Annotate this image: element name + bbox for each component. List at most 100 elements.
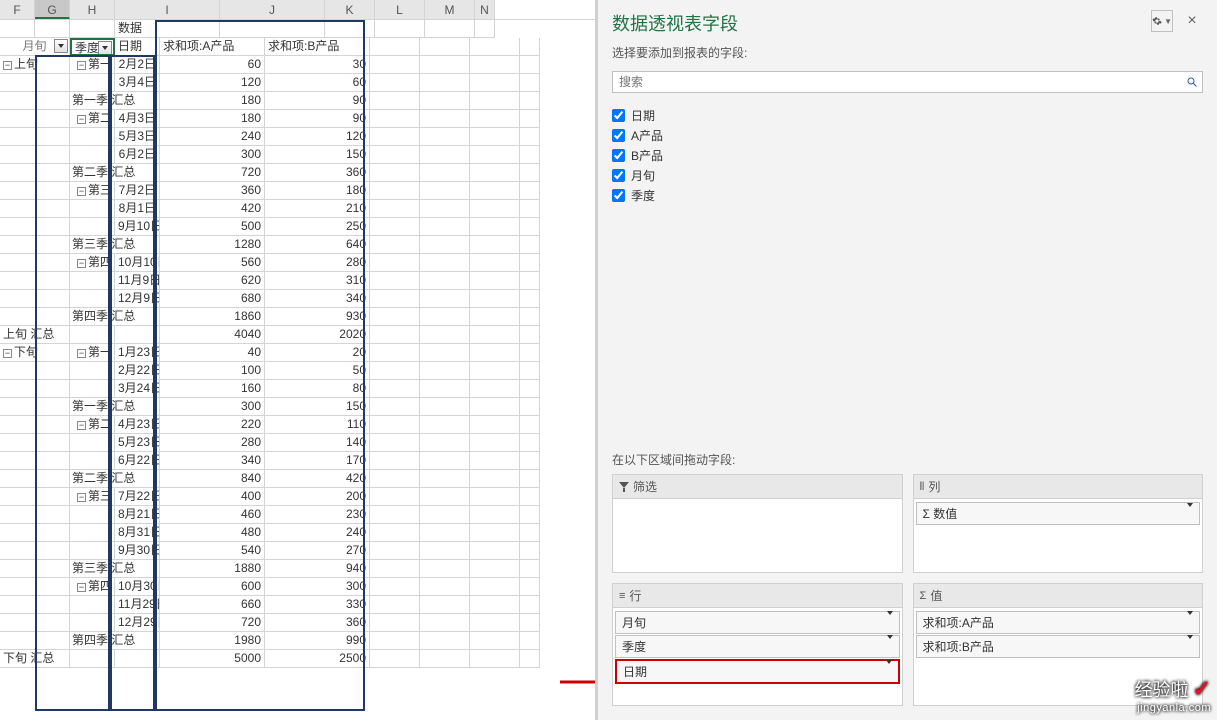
month-period-header[interactable]: 月旬 — [0, 38, 70, 56]
field-item[interactable]: 季度 — [612, 185, 1203, 205]
table-row[interactable]: 3月4日12060 — [0, 74, 595, 92]
chevron-down-icon[interactable] — [1187, 615, 1193, 629]
table-row[interactable]: 第四季 汇总1860930 — [0, 308, 595, 326]
col-header-H[interactable]: H — [70, 0, 115, 19]
zone-item[interactable]: 季度 — [615, 635, 900, 658]
field-checkbox[interactable] — [612, 149, 625, 162]
col-header-J[interactable]: J — [220, 0, 325, 19]
quarter-header[interactable]: 季度 — [70, 38, 115, 56]
table-row[interactable]: 11月29日660330 — [0, 596, 595, 614]
panel-title: 数据透视表字段 — [612, 10, 738, 36]
zone-item[interactable]: 日期 — [615, 659, 900, 684]
collapse-icon[interactable]: − — [77, 583, 86, 592]
sum-a-header[interactable]: 求和项:A产品 — [160, 38, 265, 56]
dropdown-icon[interactable] — [54, 39, 68, 53]
table-row[interactable]: 5月23日280140 — [0, 434, 595, 452]
table-row[interactable]: 5月3日240120 — [0, 128, 595, 146]
table-row[interactable]: 12月29日720360 — [0, 614, 595, 632]
field-label: 季度 — [631, 187, 655, 204]
table-row[interactable]: 第一季 汇总300150 — [0, 398, 595, 416]
grid-body[interactable]: 数据月旬季度日期求和项:A产品求和项:B产品−上旬−第一2月2日60303月4日… — [0, 20, 595, 668]
chevron-down-icon[interactable] — [886, 664, 892, 678]
field-item[interactable]: B产品 — [612, 145, 1203, 165]
collapse-icon[interactable]: − — [77, 421, 86, 430]
zone-item[interactable]: 求和项:A产品 — [916, 611, 1201, 634]
filters-zone[interactable]: 筛选 — [612, 474, 903, 573]
zone-item[interactable]: 月旬 — [615, 611, 900, 634]
field-item[interactable]: A产品 — [612, 125, 1203, 145]
collapse-icon[interactable]: − — [3, 61, 12, 70]
gear-icon[interactable]: ▼ — [1151, 10, 1173, 32]
col-header-I[interactable]: I — [115, 0, 220, 19]
table-row[interactable]: 上旬 汇总40402020 — [0, 326, 595, 344]
chevron-down-icon[interactable] — [887, 639, 893, 653]
table-row[interactable]: 8月31日480240 — [0, 524, 595, 542]
collapse-icon[interactable]: − — [77, 259, 86, 268]
field-checkbox[interactable] — [612, 129, 625, 142]
table-row[interactable]: 第四季 汇总1980990 — [0, 632, 595, 650]
col-header-M[interactable]: M — [425, 0, 475, 19]
field-checkbox[interactable] — [612, 109, 625, 122]
table-row[interactable]: −上旬−第一2月2日6030 — [0, 56, 595, 74]
table-row[interactable]: 下旬 汇总50002500 — [0, 650, 595, 668]
field-item[interactable]: 月旬 — [612, 165, 1203, 185]
columns-zone-title: 列 — [928, 478, 940, 495]
table-row[interactable]: 12月9日680340 — [0, 290, 595, 308]
collapse-icon[interactable]: − — [77, 61, 86, 70]
collapse-icon[interactable]: − — [77, 493, 86, 502]
col-header-F[interactable]: F — [0, 0, 35, 19]
table-row[interactable]: 8月1日420210 — [0, 200, 595, 218]
watermark: 经验啦✓ jingyanla.com — [1135, 676, 1211, 714]
col-header-N[interactable]: N — [475, 0, 495, 19]
table-row[interactable]: −第三7月22日400200 — [0, 488, 595, 506]
table-row[interactable]: 第三季 汇总1280640 — [0, 236, 595, 254]
chevron-down-icon[interactable] — [887, 615, 893, 629]
collapse-icon[interactable]: − — [3, 349, 12, 358]
table-row[interactable]: 9月30日540270 — [0, 542, 595, 560]
chevron-down-icon[interactable] — [1187, 507, 1193, 521]
collapse-icon[interactable]: − — [77, 349, 86, 358]
table-row[interactable]: 11月9日620310 — [0, 272, 595, 290]
zone-item[interactable]: Σ 数值 — [916, 502, 1201, 525]
col-header-G[interactable]: G — [35, 0, 70, 19]
table-row[interactable]: −第四10月10日560280 — [0, 254, 595, 272]
table-row[interactable]: 第一季 汇总18090 — [0, 92, 595, 110]
search-input-wrapper[interactable] — [612, 71, 1203, 93]
collapse-icon[interactable]: − — [77, 115, 86, 124]
field-label: 月旬 — [631, 167, 655, 184]
search-icon[interactable] — [1182, 72, 1202, 92]
table-row[interactable]: −下旬−第一1月23日4020 — [0, 344, 595, 362]
chevron-down-icon[interactable] — [1187, 639, 1193, 653]
table-row[interactable]: 第二季 汇总720360 — [0, 164, 595, 182]
rows-zone-title: 行 — [629, 587, 641, 604]
field-checkbox[interactable] — [612, 189, 625, 202]
field-label: A产品 — [631, 127, 663, 144]
field-item[interactable]: 日期 — [612, 105, 1203, 125]
panel-subtitle: 选择要添加到报表的字段: — [598, 42, 1217, 67]
col-header-L[interactable]: L — [375, 0, 425, 19]
table-row[interactable]: −第三7月2日360180 — [0, 182, 595, 200]
field-checkbox[interactable] — [612, 169, 625, 182]
close-icon[interactable]: × — [1181, 10, 1203, 32]
table-row[interactable]: 6月2日300150 — [0, 146, 595, 164]
table-row[interactable]: −第二4月3日18090 — [0, 110, 595, 128]
sum-b-header[interactable]: 求和项:B产品 — [265, 38, 370, 56]
table-row[interactable]: 9月10日500250 — [0, 218, 595, 236]
table-row[interactable]: 第三季 汇总1880940 — [0, 560, 595, 578]
date-header[interactable]: 日期 — [115, 38, 160, 56]
spreadsheet-area[interactable]: F G H I J K L M N 数据月旬季度日期求和项:A产品求和项:B产品… — [0, 0, 598, 720]
rows-zone[interactable]: 行 月旬季度日期 — [612, 583, 903, 707]
dropdown-icon[interactable] — [98, 41, 112, 55]
table-row[interactable]: 2月22日10050 — [0, 362, 595, 380]
search-input[interactable] — [613, 72, 1182, 92]
columns-zone[interactable]: 列 Σ 数值 — [913, 474, 1204, 573]
table-row[interactable]: 3月24日16080 — [0, 380, 595, 398]
table-row[interactable]: 第二季 汇总840420 — [0, 470, 595, 488]
col-header-K[interactable]: K — [325, 0, 375, 19]
collapse-icon[interactable]: − — [77, 187, 86, 196]
table-row[interactable]: −第二4月23日220110 — [0, 416, 595, 434]
zone-item[interactable]: 求和项:B产品 — [916, 635, 1201, 658]
table-row[interactable]: 6月22日340170 — [0, 452, 595, 470]
table-row[interactable]: −第四10月30日600300 — [0, 578, 595, 596]
table-row[interactable]: 8月21日460230 — [0, 506, 595, 524]
